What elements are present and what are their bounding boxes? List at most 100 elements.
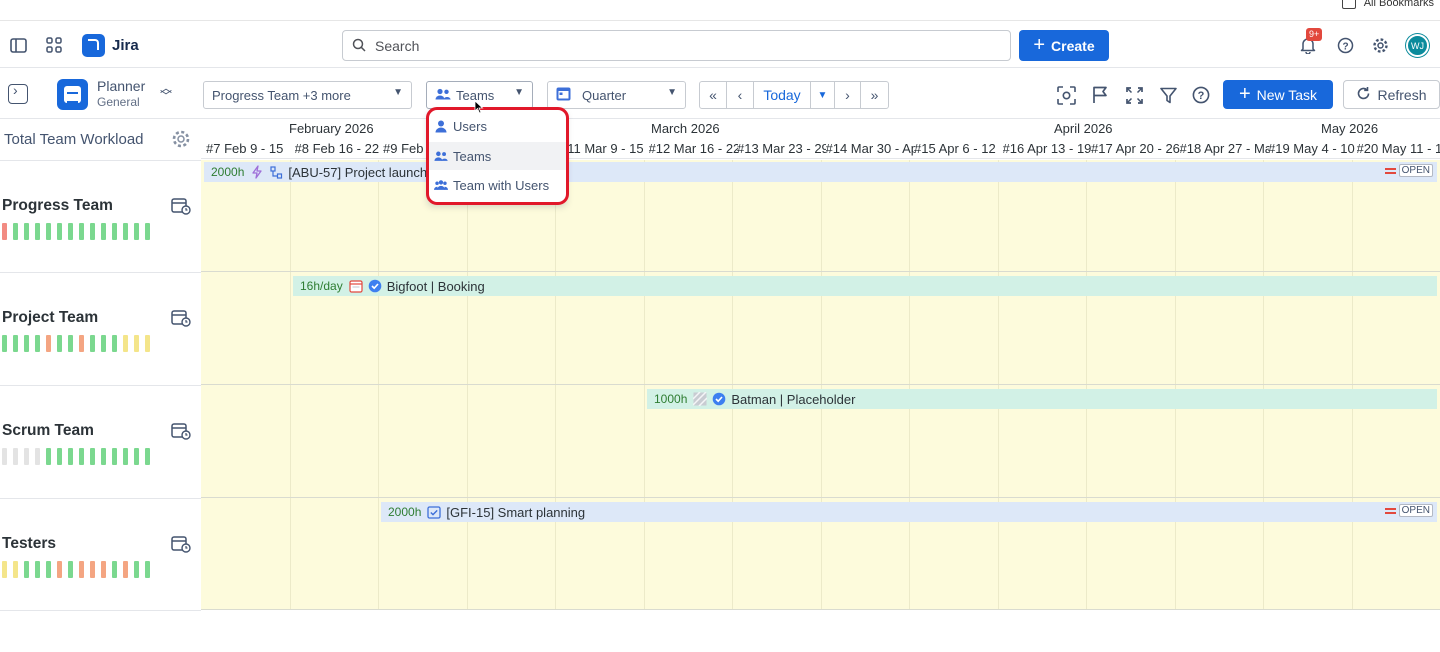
workload-bar bbox=[46, 223, 51, 240]
timeline-cells[interactable]: 2000h [ABU-57] Project launch OPEN 16h/d… bbox=[201, 160, 1440, 610]
week-column-divider bbox=[732, 160, 733, 610]
timeline-grid: February 2026 March 2026 April 2026 May … bbox=[201, 120, 1440, 610]
task-hours: 1000h bbox=[654, 392, 688, 406]
workload-bar bbox=[101, 335, 106, 352]
chevron-down-icon: ▼ bbox=[393, 87, 403, 98]
workload-bar bbox=[68, 223, 73, 240]
month-label: May 2026 bbox=[1321, 121, 1379, 136]
verified-check-icon bbox=[368, 279, 382, 293]
expand-panel-icon[interactable] bbox=[8, 82, 28, 104]
workload-bar bbox=[123, 561, 128, 578]
flag-icon[interactable] bbox=[1090, 85, 1110, 105]
workload-bar bbox=[68, 335, 73, 352]
help-circle-icon[interactable]: ? bbox=[1191, 85, 1211, 105]
teams-filter-select[interactable]: Progress Team +3 more ▼ bbox=[203, 81, 412, 109]
app-name[interactable]: Jira bbox=[112, 37, 139, 54]
week-label: #15 Apr 6 - 12 bbox=[914, 141, 996, 156]
jira-logo-icon[interactable] bbox=[82, 34, 105, 57]
week-label: #12 Mar 16 - 22 bbox=[648, 141, 738, 156]
week-label: #18 Apr 27 - May 3 bbox=[1179, 141, 1269, 156]
view-mode-dropdown-menu: Users Teams Team with Users bbox=[428, 110, 566, 203]
status-open: OPEN bbox=[1384, 504, 1433, 517]
team-calendar-icon[interactable] bbox=[171, 422, 191, 440]
workload-bar bbox=[112, 448, 117, 465]
task-bar[interactable]: 2000h [GFI-15] Smart planning OPEN bbox=[381, 502, 1437, 522]
workload-settings-gear-icon[interactable] bbox=[171, 129, 191, 149]
create-button[interactable]: + Create bbox=[1019, 30, 1109, 61]
month-label: April 2026 bbox=[1054, 121, 1113, 136]
team-row: Scrum Team bbox=[0, 385, 201, 498]
chevron-down-icon: ▼ bbox=[514, 87, 524, 98]
workload-bars bbox=[2, 448, 150, 465]
fullscreen-icon[interactable] bbox=[1124, 85, 1144, 105]
team-name[interactable]: Scrum Team bbox=[2, 422, 94, 440]
user-icon bbox=[434, 119, 448, 133]
search-input[interactable]: Search bbox=[342, 30, 1011, 61]
sidebar-toggle-icon[interactable] bbox=[9, 36, 27, 54]
help-icon[interactable]: ? bbox=[1336, 36, 1354, 54]
jump-forward-icon[interactable]: » bbox=[861, 82, 888, 108]
next-icon[interactable]: › bbox=[835, 82, 861, 108]
team-calendar-icon[interactable] bbox=[171, 309, 191, 327]
task-title: Batman | Placeholder bbox=[731, 391, 856, 407]
task-bar[interactable]: 16h/day Bigfoot | Booking bbox=[293, 276, 1437, 296]
team-name[interactable]: Progress Team bbox=[2, 197, 113, 215]
previous-icon[interactable]: ‹ bbox=[727, 82, 754, 108]
workload-bar bbox=[68, 448, 73, 465]
teams-filter-value: Progress Team +3 more bbox=[212, 87, 351, 103]
priority-medium-icon bbox=[1384, 167, 1396, 174]
week-column-divider bbox=[1352, 160, 1353, 610]
team-icon bbox=[435, 88, 451, 103]
workload-bar bbox=[145, 335, 150, 352]
today-button[interactable]: Today bbox=[754, 82, 811, 108]
new-task-button[interactable]: + New Task bbox=[1223, 80, 1333, 109]
today-options-chevron-icon[interactable]: ▼ bbox=[811, 82, 835, 108]
workload-bar bbox=[79, 223, 84, 240]
team-calendar-icon[interactable] bbox=[171, 197, 191, 215]
menu-item-teams[interactable]: Teams bbox=[428, 142, 566, 170]
workload-bar bbox=[24, 335, 29, 352]
task-hours: 16h/day bbox=[300, 279, 343, 293]
app-switcher-icon[interactable] bbox=[45, 36, 63, 54]
menu-item-users[interactable]: Users bbox=[428, 112, 566, 140]
planner-subtitle[interactable]: General bbox=[97, 95, 140, 109]
task-title: Bigfoot | Booking bbox=[386, 278, 485, 294]
team-name[interactable]: Project Team bbox=[2, 309, 98, 327]
plus-icon: + bbox=[1238, 82, 1251, 105]
month-label: March 2026 bbox=[651, 121, 720, 136]
jump-back-icon[interactable]: « bbox=[700, 82, 727, 108]
task-bar[interactable]: 2000h [ABU-57] Project launch OPEN bbox=[204, 162, 1437, 182]
workload-bar bbox=[145, 561, 150, 578]
workload-bars bbox=[2, 223, 150, 240]
user-avatar[interactable]: WJ bbox=[1406, 34, 1429, 57]
status-badge: OPEN bbox=[1398, 504, 1433, 517]
team-row: Progress Team bbox=[0, 160, 201, 273]
verified-check-icon bbox=[712, 392, 726, 406]
all-bookmarks-button[interactable]: All Bookmarks bbox=[1341, 0, 1434, 9]
settings-gear-icon[interactable] bbox=[1371, 36, 1389, 54]
svg-text:?: ? bbox=[1342, 41, 1348, 52]
week-column-divider bbox=[467, 160, 468, 610]
filter-icon[interactable] bbox=[1158, 85, 1178, 105]
focus-screenshot-icon[interactable] bbox=[1056, 85, 1076, 105]
workload-bar bbox=[57, 223, 62, 240]
team-users-icon bbox=[434, 178, 448, 192]
create-label: Create bbox=[1051, 37, 1095, 54]
week-label: #7 Feb 9 - 15 bbox=[206, 141, 284, 156]
refresh-button[interactable]: Refresh bbox=[1343, 80, 1440, 109]
total-team-workload-header: Total Team Workload bbox=[4, 131, 144, 148]
team-calendar-icon[interactable] bbox=[171, 535, 191, 553]
workload-bar bbox=[2, 448, 7, 465]
planner-title[interactable]: Planner bbox=[97, 78, 145, 94]
task-bar[interactable]: 1000h Batman | Placeholder bbox=[647, 389, 1437, 409]
mouse-cursor-icon bbox=[474, 100, 484, 114]
team-name[interactable]: Testers bbox=[2, 535, 56, 553]
menu-item-team-with-users[interactable]: Team with Users bbox=[428, 171, 566, 199]
workload-bar bbox=[101, 223, 106, 240]
planner-switch-chevron-icon[interactable]: ︿ ﹀ bbox=[160, 82, 172, 102]
task-hours: 2000h bbox=[388, 505, 422, 519]
workload-bar bbox=[13, 561, 18, 578]
time-range-select[interactable]: Quarter ▼ bbox=[547, 81, 686, 109]
week-column-divider bbox=[555, 160, 556, 610]
workload-bar bbox=[13, 335, 18, 352]
